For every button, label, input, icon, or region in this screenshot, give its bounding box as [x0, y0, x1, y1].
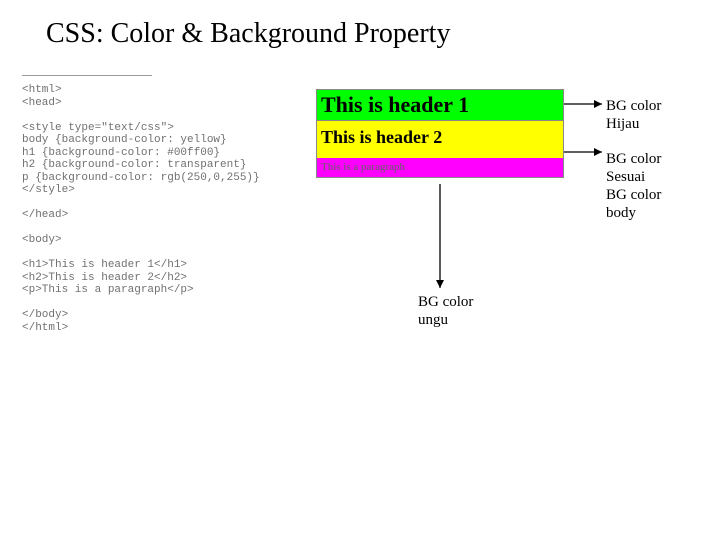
annotation-sesuai: BG color Sesuai BG color body	[606, 150, 661, 222]
arrow-hijau	[560, 96, 606, 112]
page-title: CSS: Color & Background Property	[46, 18, 450, 50]
render-h1: This is header 1	[317, 90, 563, 121]
render-preview: This is header 1 This is header 2 This i…	[316, 89, 564, 178]
annotation-ungu: BG color ungu	[418, 293, 473, 329]
render-p: This is a paragraph	[317, 158, 563, 177]
annotation-line: BG color	[418, 293, 473, 311]
render-h2: This is header 2	[317, 121, 563, 158]
code-example: <html> <head> <style type="text/css"> bo…	[22, 84, 302, 334]
annotation-line: BG color	[606, 186, 661, 204]
annotation-line: ungu	[418, 311, 473, 329]
annotation-line: BG color	[606, 97, 661, 115]
annotation-line: Sesuai	[606, 168, 661, 186]
arrow-ungu	[432, 180, 448, 292]
annotation-line: BG color	[606, 150, 661, 168]
annotation-line: Hijau	[606, 115, 661, 133]
divider-line	[22, 75, 152, 76]
annotation-hijau: BG color Hijau	[606, 97, 661, 133]
annotation-line: body	[606, 204, 661, 222]
arrow-sesuai	[560, 144, 606, 160]
render-body: This is header 1 This is header 2 This i…	[317, 90, 563, 177]
